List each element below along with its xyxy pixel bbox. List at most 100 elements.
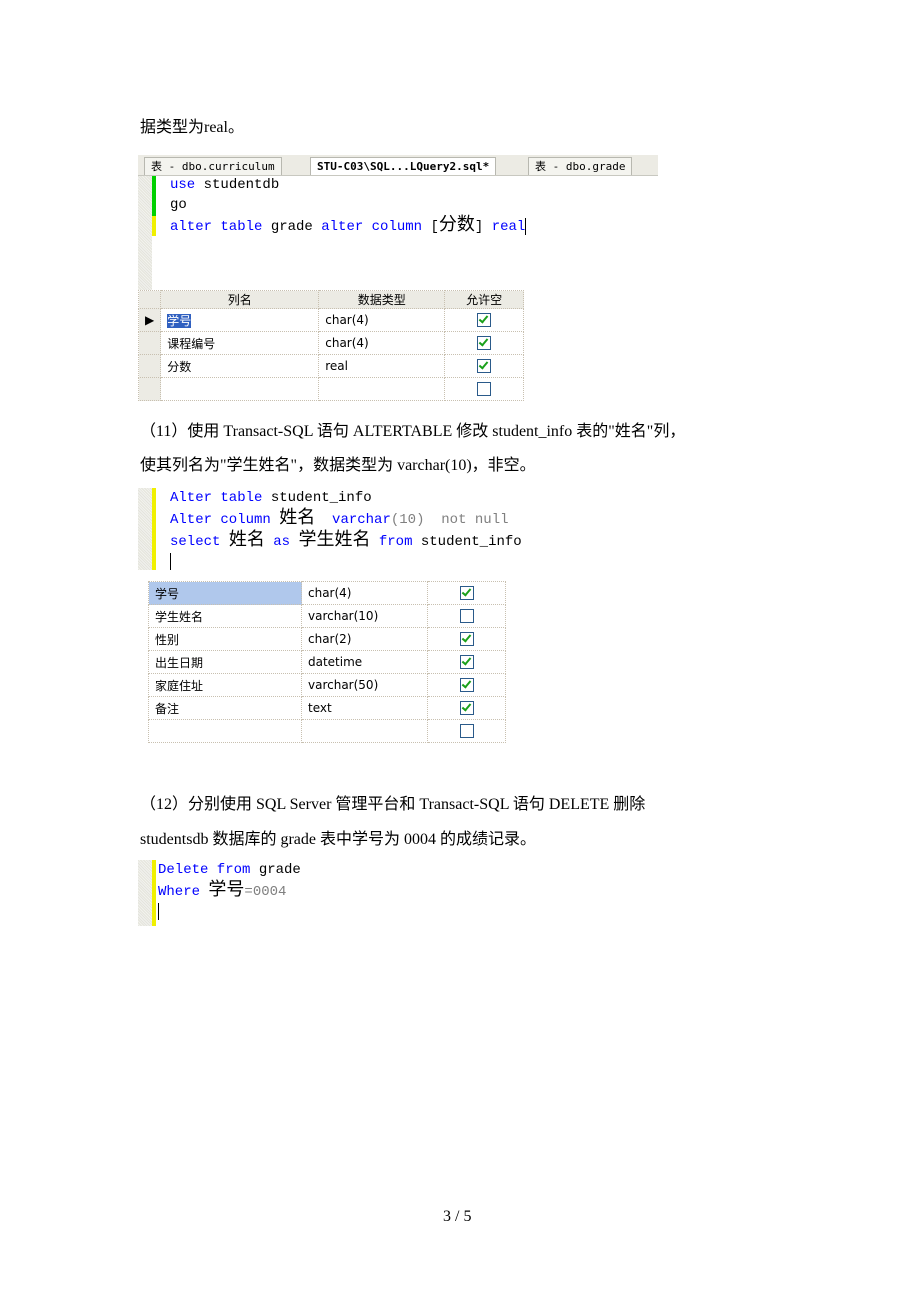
allow-null-checkbox[interactable] bbox=[459, 586, 474, 601]
table-row[interactable]: 家庭住址 varchar(50) bbox=[148, 673, 506, 697]
cell-data-type[interactable] bbox=[301, 719, 428, 743]
cell-allow-null bbox=[444, 354, 524, 378]
cell-column-name[interactable]: 出生日期 bbox=[148, 650, 302, 674]
column-name: 家庭住址 bbox=[155, 678, 204, 693]
allow-null-checkbox[interactable] bbox=[477, 313, 492, 328]
table-row[interactable]: 学生姓名 varchar(10) bbox=[148, 604, 506, 628]
cell-allow-null bbox=[444, 377, 524, 401]
cell-data-type[interactable]: text bbox=[301, 696, 428, 720]
text-cursor bbox=[525, 217, 527, 235]
table-row[interactable]: ▶ 学号 char(4) bbox=[137, 308, 524, 332]
cell-column-name[interactable] bbox=[160, 377, 320, 401]
code-token: [ bbox=[422, 219, 439, 235]
query-editor-2: Alter table student_info Alter column 姓名 … bbox=[138, 488, 558, 570]
cell-column-name[interactable]: 学生姓名 bbox=[148, 604, 302, 628]
code-token: alter column bbox=[321, 219, 423, 235]
tab-query2[interactable]: STU-C03\SQL...LQuery2.sql* bbox=[310, 157, 497, 175]
allow-null-checkbox[interactable] bbox=[459, 655, 474, 670]
code-token: from bbox=[378, 534, 413, 550]
cell-allow-null bbox=[427, 627, 506, 651]
cell-column-name[interactable]: 学号 bbox=[148, 581, 302, 605]
table-row[interactable]: 课程编号 char(4) bbox=[137, 331, 524, 355]
table-row[interactable] bbox=[137, 377, 524, 401]
code-token: Alter table bbox=[170, 490, 263, 506]
allow-null-checkbox[interactable] bbox=[477, 336, 492, 351]
row-selector[interactable] bbox=[137, 377, 162, 401]
code-token: studentdb bbox=[195, 177, 280, 193]
code-line: Alter column 姓名 varchar(10) not null bbox=[170, 508, 522, 530]
table-row[interactable]: 分数 real bbox=[137, 354, 524, 378]
cell-column-name[interactable]: 分数 bbox=[160, 354, 320, 378]
table-row[interactable]: 出生日期 datetime bbox=[148, 650, 506, 674]
sql-code-1[interactable]: use studentdb go alter table grade alter c… bbox=[170, 175, 527, 237]
code-token: student_info bbox=[412, 534, 522, 550]
cell-column-name[interactable]: 备注 bbox=[148, 696, 302, 720]
column-name: 备注 bbox=[155, 701, 180, 716]
code-line: Alter table student_info bbox=[170, 488, 522, 508]
cell-data-type[interactable]: varchar(10) bbox=[301, 604, 428, 628]
table-row[interactable]: 备注 text bbox=[148, 696, 506, 720]
code-token: 学生姓名 bbox=[298, 529, 371, 550]
cell-data-type[interactable]: char(4) bbox=[318, 308, 446, 332]
cell-data-type[interactable]: char(2) bbox=[301, 627, 428, 651]
tab-curriculum[interactable]: 表 - dbo.curriculum bbox=[144, 157, 282, 175]
code-token: 姓名 bbox=[279, 507, 316, 528]
header-allow-null: 允许空 bbox=[444, 290, 524, 309]
cell-column-name[interactable]: 课程编号 bbox=[160, 331, 320, 355]
cell-data-type[interactable]: varchar(50) bbox=[301, 673, 428, 697]
code-token: Alter column bbox=[170, 512, 271, 528]
code-token: grade bbox=[250, 862, 301, 878]
column-name: 课程编号 bbox=[167, 336, 216, 351]
tab-grade[interactable]: 表 - dbo.grade bbox=[528, 157, 633, 175]
column-name: 学生姓名 bbox=[155, 609, 204, 624]
document-page: 据类型为real。 表 - dbo.curriculum STU-C03\SQL… bbox=[0, 0, 920, 1302]
table-row[interactable]: 性别 char(2) bbox=[148, 627, 506, 651]
cell-column-name[interactable]: 学号 bbox=[160, 308, 320, 332]
table-row[interactable]: 学号 char(4) bbox=[148, 581, 506, 605]
sql-code-3[interactable]: Delete from grade Where 学号=0004 bbox=[158, 860, 301, 922]
allow-null-checkbox[interactable] bbox=[477, 359, 492, 374]
cell-allow-null bbox=[427, 719, 506, 743]
allow-null-checkbox[interactable] bbox=[459, 632, 474, 647]
sql-code-2[interactable]: Alter table student_info Alter column 姓名 … bbox=[170, 488, 522, 572]
para-12-line-1: （12）分别使用 SQL Server 管理平台和 Transact-SQL 语… bbox=[140, 796, 646, 813]
column-name: 出生日期 bbox=[155, 655, 204, 670]
row-selector[interactable]: ▶ bbox=[137, 308, 162, 332]
cell-data-type[interactable]: char(4) bbox=[318, 331, 446, 355]
text-cursor bbox=[170, 552, 171, 570]
cell-allow-null bbox=[444, 331, 524, 355]
code-token: go bbox=[170, 197, 187, 213]
allow-null-checkbox[interactable] bbox=[459, 701, 474, 716]
cell-data-type[interactable] bbox=[318, 377, 446, 401]
cell-allow-null bbox=[444, 308, 524, 332]
column-name: 性别 bbox=[155, 632, 180, 647]
allow-null-checkbox[interactable] bbox=[477, 382, 492, 397]
cell-data-type[interactable]: real bbox=[318, 354, 446, 378]
cell-data-type[interactable]: char(4) bbox=[301, 581, 428, 605]
allow-null-checkbox[interactable] bbox=[459, 724, 474, 739]
cell-column-name[interactable]: 性别 bbox=[148, 627, 302, 651]
cell-allow-null bbox=[427, 650, 506, 674]
row-selector[interactable] bbox=[137, 331, 162, 355]
cell-allow-null bbox=[427, 696, 506, 720]
code-token: real bbox=[491, 219, 526, 235]
code-line: use studentdb bbox=[170, 175, 526, 195]
allow-null-checkbox[interactable] bbox=[459, 609, 474, 624]
table-row[interactable] bbox=[148, 719, 506, 743]
cell-column-name[interactable]: 家庭住址 bbox=[148, 673, 302, 697]
code-token: ] bbox=[474, 219, 492, 235]
row-selector[interactable] bbox=[137, 354, 162, 378]
para-11-line-2: 使其列名为"学生姓名"，数据类型为 varchar(10)，非空。 bbox=[140, 457, 536, 474]
cell-data-type[interactable]: datetime bbox=[301, 650, 428, 674]
allow-null-checkbox[interactable] bbox=[459, 678, 474, 693]
code-token: 学号 bbox=[208, 879, 245, 900]
column-grid-1: 列名 数据类型 允许空 ▶ 学号 char(4) 课程编号 char(4) 分数 real bbox=[137, 290, 524, 401]
column-name: 学号 bbox=[155, 586, 180, 601]
para-12-line-2: studentsdb 数据库的 grade 表中学号为 0004 的成绩记录。 bbox=[140, 831, 536, 848]
cell-column-name[interactable] bbox=[148, 719, 302, 743]
code-line: alter table grade alter column [分数] real bbox=[170, 215, 527, 237]
cell-allow-null bbox=[427, 673, 506, 697]
